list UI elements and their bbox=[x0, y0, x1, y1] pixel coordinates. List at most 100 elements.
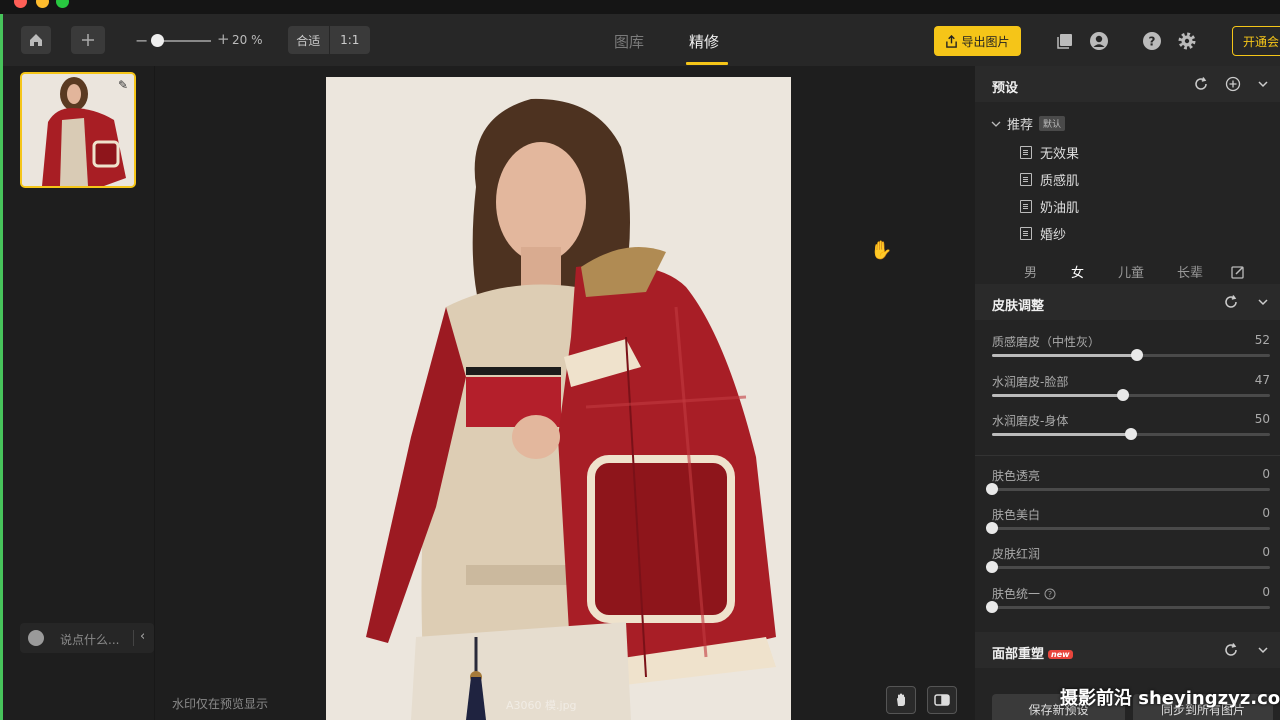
slider-knob[interactable] bbox=[1125, 428, 1137, 440]
tab-library[interactable]: 图库 bbox=[614, 31, 644, 52]
slider-label: 水润磨皮-身体 bbox=[992, 414, 1069, 428]
watermark-note: 水印仅在预览显示 bbox=[172, 697, 269, 711]
slider-knob[interactable] bbox=[1130, 349, 1143, 361]
slider-fill bbox=[992, 433, 1131, 436]
preset-item[interactable]: 婚纱 bbox=[1020, 224, 1066, 243]
edit-icon[interactable] bbox=[1230, 264, 1246, 280]
edit-icon[interactable]: ✎ bbox=[118, 78, 128, 92]
chevron-down-icon[interactable] bbox=[1255, 294, 1271, 310]
compare-icon bbox=[934, 694, 950, 706]
info-icon[interactable]: ? bbox=[1044, 588, 1056, 600]
pan-tool-button[interactable] bbox=[886, 686, 916, 714]
collapse-arrow-icon[interactable]: ‹ bbox=[140, 629, 145, 644]
home-button[interactable] bbox=[21, 26, 51, 54]
export-button[interactable]: 导出图片 bbox=[934, 26, 1021, 56]
skin-rosy-slider[interactable] bbox=[986, 561, 1270, 573]
preset-label: 奶油肌 bbox=[1040, 201, 1080, 216]
tab-child[interactable]: 儿童 bbox=[1118, 262, 1144, 281]
slider-knob[interactable] bbox=[1116, 389, 1129, 401]
presets-header[interactable]: 预设 bbox=[975, 66, 1280, 102]
file-name-label: A3060 模.jpg bbox=[506, 699, 577, 712]
top-toolbar: − + 20 % 合适 1:1 图库 精修 导出图片 ? 开通会 bbox=[3, 14, 1280, 66]
preset-label: 质感肌 bbox=[1040, 174, 1080, 189]
fit-zoom-group: 合适 1:1 bbox=[288, 26, 370, 54]
zoom-slider-knob[interactable] bbox=[151, 34, 164, 47]
gallery-button[interactable] bbox=[1053, 29, 1077, 53]
slider-label: 质感磨皮（中性灰） bbox=[992, 335, 1101, 349]
gear-icon bbox=[1178, 32, 1196, 50]
tab-female[interactable]: 女 bbox=[1071, 262, 1084, 281]
comment-input[interactable]: 说点什么... ‹ bbox=[20, 623, 154, 653]
minimize-window-button[interactable] bbox=[36, 0, 49, 8]
skin-tone-unify-slider[interactable] bbox=[986, 601, 1270, 613]
recommended-label: 推荐 bbox=[1007, 118, 1034, 133]
home-icon bbox=[30, 34, 42, 46]
export-icon bbox=[946, 34, 958, 48]
tab-retouch[interactable]: 精修 bbox=[689, 31, 719, 52]
zoom-in-button[interactable]: + bbox=[217, 30, 230, 48]
user-icon bbox=[1090, 32, 1108, 50]
hand-icon bbox=[897, 693, 905, 706]
active-tab-indicator bbox=[686, 62, 728, 65]
slider-label: 皮肤红润 bbox=[992, 547, 1041, 561]
filmstrip-panel: ✎ 说点什么... ‹ bbox=[3, 66, 155, 720]
slider-value: 0 bbox=[1262, 506, 1270, 520]
face-title-text: 面部重塑 bbox=[992, 647, 1045, 662]
vip-button[interactable]: 开通会 bbox=[1232, 26, 1280, 56]
stack-icon bbox=[1057, 34, 1072, 49]
adjustment-panel: 预设 推荐 默认 无效果 质感肌 奶油肌 婚纱 男 女 儿童 长辈 皮肤调整 质… bbox=[975, 66, 1280, 720]
refresh-icon[interactable] bbox=[1193, 76, 1209, 92]
fit-button[interactable]: 合适 bbox=[288, 26, 330, 54]
settings-button[interactable] bbox=[1175, 29, 1199, 53]
slider-label: 肤色美白 bbox=[992, 508, 1041, 522]
preset-label: 婚纱 bbox=[1040, 228, 1067, 243]
close-window-button[interactable] bbox=[14, 0, 27, 8]
zoom-out-button[interactable]: − bbox=[135, 31, 148, 50]
compare-button[interactable] bbox=[927, 686, 957, 714]
divider bbox=[975, 455, 1280, 456]
add-button[interactable] bbox=[71, 26, 105, 54]
window-titlebar bbox=[0, 0, 1280, 14]
tab-elder[interactable]: 长辈 bbox=[1177, 262, 1203, 281]
account-button[interactable] bbox=[1087, 29, 1111, 53]
face-section-header[interactable]: 面部重塑 new bbox=[975, 632, 1280, 668]
slider-knob[interactable] bbox=[986, 483, 998, 495]
slider-value: 52 bbox=[1254, 333, 1270, 347]
recommended-group[interactable]: 推荐 默认 bbox=[991, 114, 1066, 133]
chevron-down-icon[interactable] bbox=[1255, 76, 1271, 92]
chevron-down-icon bbox=[991, 121, 1001, 127]
preset-item[interactable]: 无效果 bbox=[1020, 143, 1079, 162]
new-badge: new bbox=[1048, 650, 1073, 659]
portrait-image bbox=[326, 77, 791, 720]
photo-thumbnail[interactable]: ✎ bbox=[20, 72, 136, 188]
reset-icon[interactable] bbox=[1223, 294, 1239, 310]
slider-knob[interactable] bbox=[986, 601, 998, 613]
emoji-icon[interactable] bbox=[28, 630, 44, 646]
slider-knob[interactable] bbox=[986, 561, 998, 573]
chevron-down-icon[interactable] bbox=[1255, 642, 1271, 658]
skin-whitening-slider[interactable] bbox=[986, 522, 1270, 534]
reset-icon[interactable] bbox=[1223, 642, 1239, 658]
default-badge: 默认 bbox=[1039, 116, 1066, 131]
slider-knob[interactable] bbox=[986, 522, 998, 534]
slider-value: 50 bbox=[1254, 412, 1270, 426]
slider-value: 0 bbox=[1262, 585, 1270, 599]
preset-item[interactable]: 奶油肌 bbox=[1020, 197, 1079, 216]
slider-value: 0 bbox=[1262, 545, 1270, 559]
body-smoothing-slider[interactable] bbox=[992, 428, 1270, 440]
preset-item[interactable]: 质感肌 bbox=[1020, 170, 1079, 189]
tab-male[interactable]: 男 bbox=[1024, 262, 1037, 281]
texture-smoothing-slider[interactable] bbox=[992, 349, 1270, 361]
zoom-window-button[interactable] bbox=[56, 0, 69, 8]
help-button[interactable]: ? bbox=[1140, 29, 1164, 53]
actual-size-button[interactable]: 1:1 bbox=[330, 26, 371, 54]
preset-label: 无效果 bbox=[1040, 147, 1080, 162]
skin-brightness-slider[interactable] bbox=[986, 483, 1270, 495]
preset-icon bbox=[1020, 200, 1032, 213]
skin-section-header[interactable]: 皮肤调整 bbox=[975, 284, 1280, 320]
face-title: 面部重塑 new bbox=[992, 643, 1073, 662]
face-smoothing-slider[interactable] bbox=[992, 389, 1270, 401]
editing-canvas[interactable]: 水印仅在预览显示 A3060 模.jpg ✋ bbox=[156, 66, 975, 720]
export-label: 导出图片 bbox=[961, 34, 1010, 49]
add-preset-icon[interactable] bbox=[1225, 76, 1241, 92]
